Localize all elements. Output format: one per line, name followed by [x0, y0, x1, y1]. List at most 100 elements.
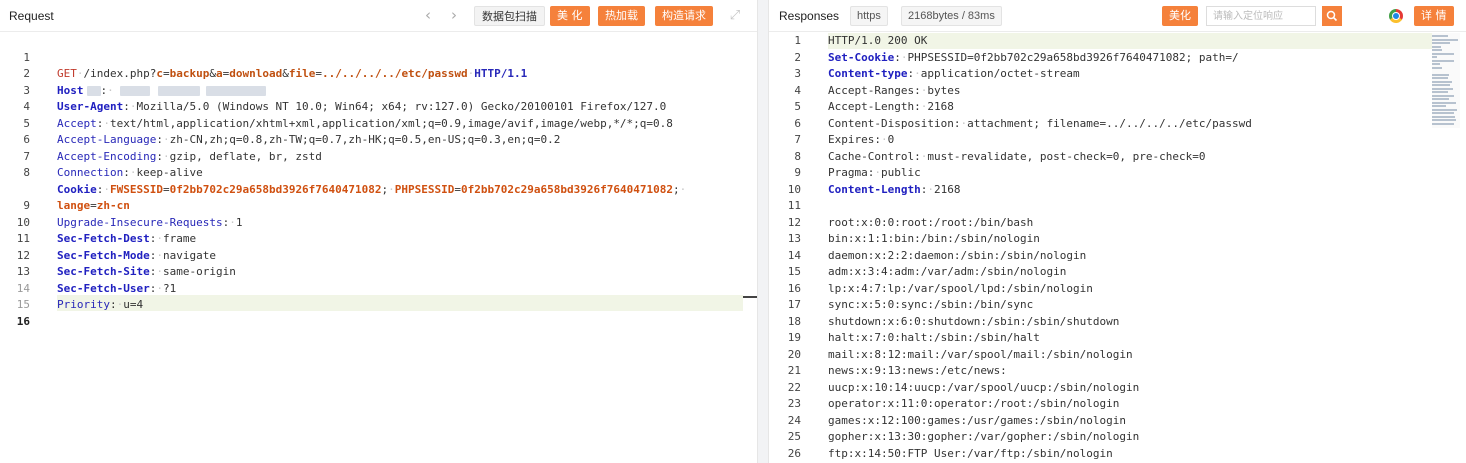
minimap-line: [1432, 56, 1437, 58]
minimap-line: [1432, 115, 1455, 118]
line-number: 14: [787, 248, 801, 262]
line-number: 10: [787, 182, 801, 196]
header-value: 2168: [933, 182, 961, 196]
minimap-line: [1432, 45, 1441, 48]
response-editor[interactable]: 1 HTTP/1.0 200 OK 2 Set-Cookie:·PHPSESSID=0…: [769, 33, 1466, 463]
line-number: 23: [787, 397, 801, 410]
minimap-line: [1432, 108, 1457, 111]
line-number: 15: [787, 265, 801, 278]
code-text: HTTP/1.0 200 OK: [828, 33, 927, 50]
expand-icon[interactable]: ⤢: [727, 8, 743, 23]
response-body-line: 22 uucp:x:10:14:uucp:/var/spool/uucp:/sbi…: [769, 380, 1466, 397]
minimap-line: [1432, 38, 1458, 41]
code-text: Expires:·0: [828, 133, 895, 146]
request-line: 5 Accept-Language:·zh-CN,zh;q=0.8,zh-TW;…: [0, 99, 757, 147]
header-key: Content-Length: [828, 182, 921, 196]
body-text: sync:x:5:0:sync:/sbin:/bin/sync: [828, 298, 1034, 311]
body-text: adm:x:3:4:adm:/var/adm:/sbin/nologin: [828, 265, 1067, 278]
chrome-icon[interactable]: [1389, 9, 1403, 23]
header-value: bytes: [927, 83, 961, 97]
minimap-line: [1432, 87, 1453, 90]
body-text: mail:x:8:12:mail:/var/spool/mail:/sbin/n…: [828, 347, 1133, 361]
minimap-line: [1432, 73, 1449, 76]
response-body-line: 19 halt:x:7:0:halt:/sbin:/sbin/halt: [769, 330, 1466, 347]
response-toolbar: Responses https 2168bytes / 83ms 美化 详 情: [769, 0, 1466, 32]
code-text: games:x:12:100:games:/usr/games:/sbin/no…: [828, 413, 1126, 430]
minimap-line: [1432, 84, 1450, 86]
response-body-line: 20 mail:x:8:12:mail:/var/spool/mail:/sbin…: [769, 347, 1466, 364]
line-number: 2: [794, 50, 801, 64]
scroll-position-marker: [743, 296, 757, 298]
response-header-line: 3 Content-type:·application/octet-stream: [769, 66, 1466, 83]
minimap-line: [1432, 49, 1442, 51]
request-line-current: 16: [0, 297, 757, 328]
minimap[interactable]: [1432, 33, 1460, 128]
request-line: 8 Cookie:·FWSESSID=0f2bb702c29a658bd3926…: [0, 149, 757, 196]
forward-arrow-icon[interactable]: ›: [445, 6, 463, 24]
line-number: 11: [787, 199, 801, 212]
request-editor[interactable]: 1 GET·/index.php?c=backup&a=download&fil…: [0, 33, 757, 463]
line-number: 9: [794, 166, 801, 179]
details-button[interactable]: 详 情: [1414, 6, 1454, 26]
line-number: 17: [787, 298, 801, 311]
line-number: 6: [794, 116, 801, 130]
response-header-line: 7 Expires:·0: [769, 132, 1466, 149]
minimap-line: [1432, 59, 1454, 62]
request-line: 13 Sec-Fetch-User:·?1: [0, 248, 757, 295]
body-text: ftp:x:14:50:FTP User:/var/ftp:/sbin/nolo…: [828, 446, 1113, 460]
request-line-wrap: lange=zh-cn: [0, 165, 757, 212]
header-key: Pragma: [828, 166, 868, 179]
beautify-button[interactable]: 美化: [1162, 6, 1198, 26]
request-line: 2 Host:·: [0, 50, 757, 97]
code-text: lp:x:4:7:lp:/var/spool/lpd:/sbin/nologin: [828, 281, 1093, 298]
line-number: 7: [794, 133, 801, 146]
response-pane: Responses https 2168bytes / 83ms 美化 详 情 …: [769, 0, 1466, 463]
code-text: Content-Disposition:·attachment; filenam…: [828, 116, 1252, 130]
response-body-line: 13 bin:x:1:1:bin:/bin:/sbin/nologin: [769, 231, 1466, 248]
code-text: mail:x:8:12:mail:/var/spool/mail:/sbin/n…: [828, 347, 1133, 364]
code-text: bin:x:1:1:bin:/bin:/sbin/nologin: [828, 231, 1040, 248]
request-toolbar: Request ‹ › 数据包扫描 美 化 热加载 构造请求 ⤢: [0, 0, 757, 32]
header-key: Content-type: [828, 67, 908, 80]
request-line: 11 Sec-Fetch-Mode:·navigate: [0, 215, 757, 262]
request-line: 4 Accept:·text/html,application/xhtml+xm…: [0, 83, 757, 130]
body-text: lp:x:4:7:lp:/var/spool/lpd:/sbin/nologin: [828, 281, 1093, 295]
line-number: 3: [794, 67, 801, 80]
response-header-line: 5 Accept-Length:·2168: [769, 99, 1466, 116]
pane-splitter[interactable]: [757, 0, 769, 463]
locate-response-input[interactable]: [1206, 6, 1316, 26]
response-header-line: 4 Accept-Ranges:·bytes: [769, 83, 1466, 100]
code-text: Content-type:·application/octet-stream: [828, 67, 1080, 80]
request-line: 1 GET·/index.php?c=backup&a=download&fil…: [0, 33, 757, 81]
construct-request-button[interactable]: 构造请求: [655, 6, 713, 26]
code-text: Set-Cookie:·PHPSESSID=0f2bb702c29a658bd3…: [828, 50, 1239, 64]
code-text: adm:x:3:4:adm:/var/adm:/sbin/nologin: [828, 264, 1066, 281]
line-number: 1: [794, 34, 801, 47]
body-text: root:x:0:0:root:/root:/bin/bash: [828, 215, 1034, 229]
request-line: 9 Upgrade-Insecure-Requests:·1: [0, 182, 757, 229]
back-arrow-icon[interactable]: ‹: [419, 6, 437, 24]
beautify-button[interactable]: 美 化: [550, 6, 590, 26]
line-number: 24: [787, 413, 801, 427]
code-text: Content-Length:·2168: [828, 182, 961, 196]
response-header-line: 9 Pragma:·public: [769, 165, 1466, 182]
header-key: Accept-Ranges: [828, 83, 915, 97]
line-number: 26: [787, 446, 801, 460]
line-number: 25: [787, 430, 801, 443]
header-value: application/octet-stream: [920, 67, 1080, 80]
packet-scan-button[interactable]: 数据包扫描: [474, 6, 545, 26]
minimap-line: [1432, 94, 1454, 97]
request-title: Request: [9, 9, 54, 23]
request-line: 10 Sec-Fetch-Dest:·frame: [0, 198, 757, 246]
search-icon[interactable]: [1322, 6, 1342, 26]
header-key: Set-Cookie: [828, 50, 895, 64]
response-header-line: 8 Cache-Control:·must-revalidate, post-ch…: [769, 149, 1466, 166]
header-key: Accept-Length: [828, 100, 915, 113]
response-header-line: 1 HTTP/1.0 200 OK: [769, 33, 1466, 50]
body-text: bin:x:1:1:bin:/bin:/sbin/nologin: [828, 232, 1040, 245]
hot-load-button[interactable]: 热加载: [598, 6, 645, 26]
code-text: ftp:x:14:50:FTP User:/var/ftp:/sbin/nolo…: [828, 446, 1113, 463]
minimap-line: [1432, 52, 1454, 55]
response-header-line: 6 Content-Disposition:·attachment; filena…: [769, 116, 1466, 133]
body-text: halt:x:7:0:halt:/sbin:/sbin/halt: [828, 331, 1040, 344]
